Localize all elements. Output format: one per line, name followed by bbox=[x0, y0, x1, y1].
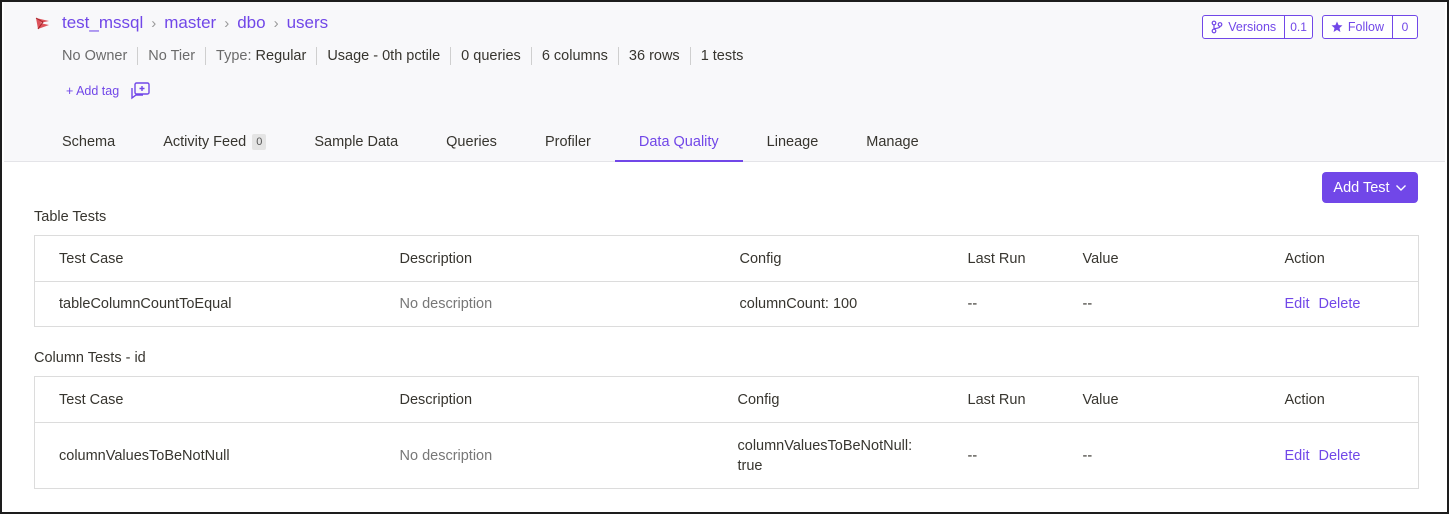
entity-header: test_mssql › master › dbo › users No Own… bbox=[4, 2, 1445, 162]
test-description: No description bbox=[399, 447, 493, 464]
breadcrumb-table[interactable]: users bbox=[287, 13, 329, 33]
add-tag: + Add tag bbox=[66, 82, 151, 100]
request-tag-icon[interactable] bbox=[129, 82, 151, 100]
tests-count: 1 tests bbox=[700, 48, 744, 64]
add-tag-button[interactable]: + Add tag bbox=[66, 84, 119, 98]
tab-label: Profiler bbox=[544, 134, 591, 150]
tab-data-quality[interactable]: Data Quality bbox=[614, 122, 743, 162]
tab-label: Sample Data bbox=[314, 134, 399, 150]
test-actions: Edit Delete bbox=[1285, 423, 1419, 489]
test-config: columnValuesToBeNotNull: true bbox=[737, 437, 913, 474]
breadcrumb: test_mssql › master › dbo › users bbox=[34, 11, 328, 35]
breadcrumb-service[interactable]: test_mssql bbox=[62, 13, 143, 33]
header-config: Config bbox=[713, 376, 944, 423]
header-last-run: Last Run bbox=[943, 235, 1059, 282]
tab-label: Queries bbox=[446, 134, 497, 150]
columns-count: 6 columns bbox=[532, 47, 619, 65]
follow-label: Follow bbox=[1347, 20, 1384, 34]
tab-lineage[interactable]: Lineage bbox=[743, 122, 843, 162]
versions-button[interactable]: Versions 0.1 bbox=[1202, 15, 1313, 39]
edit-test-link[interactable]: Edit bbox=[1285, 448, 1310, 464]
delete-test-link[interactable]: Delete bbox=[1319, 448, 1361, 464]
header-action: Action bbox=[1284, 235, 1419, 282]
tab-activity-feed[interactable]: Activity Feed 0 bbox=[139, 122, 290, 162]
entity-tabs: Schema Activity Feed 0 Sample Data Querie… bbox=[38, 122, 943, 162]
star-icon bbox=[1331, 21, 1343, 32]
header-last-run: Last Run bbox=[943, 376, 1059, 423]
header-value: Value bbox=[1058, 235, 1285, 282]
test-value: -- bbox=[1082, 296, 1093, 312]
breadcrumb-database[interactable]: master bbox=[164, 13, 216, 33]
header-test-case: Test Case bbox=[34, 376, 376, 423]
queries-count: 0 queries bbox=[451, 47, 532, 65]
breadcrumb-schema[interactable]: dbo bbox=[237, 13, 265, 33]
table-header-row: Test Case Description Config Last Run Va… bbox=[34, 376, 1419, 423]
tab-queries[interactable]: Queries bbox=[422, 122, 521, 162]
usage-info: Usage - 0th pctile bbox=[317, 47, 452, 65]
delete-test-link[interactable]: Delete bbox=[1319, 296, 1361, 312]
chevron-down-icon bbox=[1395, 184, 1406, 191]
header-config: Config bbox=[715, 235, 944, 282]
column-tests-title: Column Tests - id bbox=[34, 350, 146, 366]
column-tests-table: Test Case Description Config Last Run Va… bbox=[34, 376, 1419, 489]
tier-info[interactable]: No Tier bbox=[138, 47, 207, 65]
table-header-row: Test Case Description Config Last Run Va… bbox=[34, 235, 1419, 282]
test-description: No description bbox=[399, 296, 493, 312]
test-last-run: -- bbox=[967, 296, 978, 312]
tab-label: Data Quality bbox=[638, 134, 719, 150]
add-test-button[interactable]: Add Test bbox=[1322, 172, 1418, 203]
add-test-label: Add Test bbox=[1333, 179, 1390, 196]
versions-label: Versions bbox=[1228, 20, 1277, 34]
type-label: Type: bbox=[216, 48, 252, 64]
table-tests-title: Table Tests bbox=[34, 209, 107, 225]
type-value: Regular bbox=[255, 48, 307, 64]
tab-manage[interactable]: Manage bbox=[842, 122, 942, 162]
header-action: Action bbox=[1284, 376, 1419, 423]
follow-button[interactable]: Follow 0 bbox=[1321, 15, 1418, 39]
header-actions: Versions 0.1 Follow 0 bbox=[1193, 15, 1418, 39]
table-tests-table: Test Case Description Config Last Run Va… bbox=[34, 235, 1419, 327]
tab-sample-data[interactable]: Sample Data bbox=[290, 122, 422, 162]
table-row: tableColumnCountToEqual No description c… bbox=[35, 282, 1419, 327]
tab-label: Manage bbox=[866, 134, 919, 150]
chevron-right-icon: › bbox=[224, 14, 230, 32]
header-test-case: Test Case bbox=[34, 235, 376, 282]
versions-count: 0.1 bbox=[1290, 20, 1307, 34]
chevron-right-icon: › bbox=[273, 14, 279, 32]
tab-profiler[interactable]: Profiler bbox=[521, 122, 615, 162]
chevron-right-icon: › bbox=[151, 14, 157, 32]
owner-info[interactable]: No Owner bbox=[58, 47, 139, 65]
header-description: Description bbox=[375, 376, 714, 423]
follow-count: 0 bbox=[1401, 20, 1409, 34]
header-value: Value bbox=[1058, 376, 1285, 423]
test-case-name: columnValuesToBeNotNull bbox=[59, 447, 230, 464]
test-case-name: tableColumnCountToEqual bbox=[59, 296, 232, 312]
tab-label: Schema bbox=[62, 134, 116, 150]
tab-label: Activity Feed bbox=[163, 134, 247, 150]
test-value: -- bbox=[1082, 447, 1093, 464]
table-row: columnValuesToBeNotNull No description c… bbox=[35, 423, 1419, 489]
git-branch-icon bbox=[1211, 20, 1223, 34]
header-description: Description bbox=[375, 235, 716, 282]
mssql-service-icon bbox=[34, 14, 52, 32]
type-info: Type: Regular bbox=[206, 47, 318, 65]
activity-count-badge: 0 bbox=[252, 134, 267, 150]
test-config: columnCount: 100 bbox=[739, 296, 858, 312]
test-last-run: -- bbox=[967, 447, 978, 464]
tab-label: Lineage bbox=[766, 134, 819, 150]
rows-count: 36 rows bbox=[619, 47, 691, 65]
edit-test-link[interactable]: Edit bbox=[1285, 296, 1310, 312]
test-actions: Edit Delete bbox=[1285, 282, 1419, 327]
tab-schema[interactable]: Schema bbox=[38, 122, 139, 162]
entity-metadata: No Owner No Tier Type: Regular Usage - 0… bbox=[58, 47, 753, 65]
